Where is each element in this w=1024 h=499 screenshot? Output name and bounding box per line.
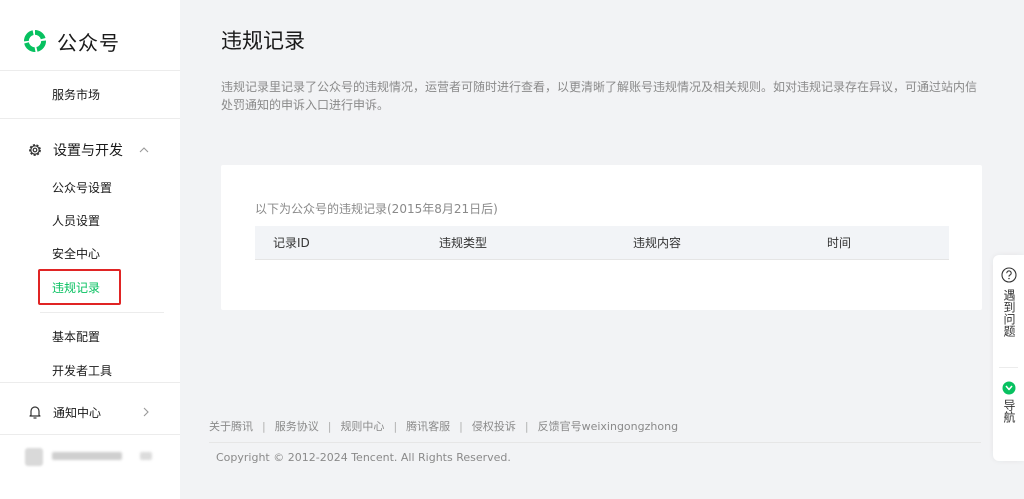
page-description: 违规记录里记录了公众号的违规情况，运营者可随时进行查看，以更清晰了解账号违规情况… <box>221 80 978 112</box>
gear-icon <box>29 144 41 156</box>
sidebar-item-account-settings[interactable]: 公众号设置 <box>52 179 112 197</box>
footer-link-customer-service[interactable]: 腾讯客服 <box>406 420 450 434</box>
footer-link-service-agreement[interactable]: 服务协议 <box>275 420 319 434</box>
footer-separator: | <box>393 420 398 433</box>
sidebar-section-settings-label: 设置与开发 <box>53 143 123 159</box>
help-button[interactable]: 遇到问题 <box>993 267 1024 337</box>
column-header-record-id: 记录ID <box>273 236 310 250</box>
column-header-violation-type: 违规类型 <box>439 236 488 250</box>
footer-separator: | <box>327 420 332 433</box>
brand-logo[interactable]: 公众号 <box>22 27 120 55</box>
sidebar-item-developer-tools[interactable]: 开发者工具 <box>52 362 112 380</box>
footer-links: 关于腾讯 | 服务协议 | 规则中心 | 腾讯客服 | 侵权投诉 | 反馈官号w… <box>209 420 678 434</box>
nav-button-label: 导航 <box>1002 399 1016 423</box>
help-button-label: 遇到问题 <box>1002 289 1016 337</box>
bell-icon <box>29 406 41 419</box>
records-note: 以下为公众号的违规记录(2015年8月21日后) <box>255 202 498 216</box>
green-badge-icon <box>1002 381 1015 395</box>
footer-link-about[interactable]: 关于腾讯 <box>209 420 253 434</box>
highlight-annotation-box <box>38 269 121 305</box>
footer-link-feedback[interactable]: 反馈官号weixingongzhong <box>538 420 678 434</box>
footer-link-rules-center[interactable]: 规则中心 <box>340 420 384 434</box>
footer-separator: | <box>459 420 463 433</box>
footer-link-infringement[interactable]: 侵权投诉 <box>472 420 516 434</box>
sidebar-section-notifications[interactable]: 通知中心 <box>27 402 157 422</box>
user-menu-blurred[interactable] <box>140 452 152 460</box>
sidebar-item-personnel-settings[interactable]: 人员设置 <box>52 212 100 230</box>
brand-name: 公众号 <box>57 30 120 55</box>
floating-help-panel: 遇到问题 导航 <box>993 255 1024 461</box>
sidebar-item-security-center[interactable]: 安全中心 <box>52 245 100 263</box>
sidebar-item-service-market[interactable]: 服务市场 <box>52 86 100 104</box>
page-title: 违规记录 <box>221 29 305 53</box>
table-header: 记录ID 违规类型 违规内容 时间 <box>255 226 949 260</box>
sidebar-divider <box>40 312 164 313</box>
nav-button[interactable]: 导航 <box>993 381 1024 423</box>
sidebar-divider <box>0 382 180 383</box>
wechat-official-account-logo-icon <box>23 30 47 53</box>
chevron-right-icon <box>143 407 149 417</box>
user-name-blurred[interactable] <box>52 452 122 460</box>
float-panel-divider <box>999 367 1018 368</box>
footer-separator: | <box>262 420 266 433</box>
sidebar-section-notifications-label: 通知中心 <box>53 405 102 420</box>
sidebar-section-settings[interactable]: 设置与开发 <box>27 140 157 160</box>
sidebar-item-basic-config[interactable]: 基本配置 <box>52 328 100 346</box>
sidebar: 公众号 服务市场 设置与开发 公众号设置 人员设置 安全中心 违规记录 基本配置… <box>0 0 180 499</box>
copyright: Copyright © 2012-2024 Tencent. All Right… <box>216 451 511 464</box>
avatar[interactable] <box>25 448 43 466</box>
column-header-violation-content: 违规内容 <box>633 236 682 250</box>
sidebar-divider <box>0 434 180 435</box>
violation-records-card: 以下为公众号的违规记录(2015年8月21日后) 记录ID 违规类型 违规内容 … <box>221 165 982 310</box>
footer-separator: | <box>524 420 529 433</box>
footer-divider <box>209 442 981 443</box>
sidebar-divider <box>0 70 180 71</box>
column-header-time: 时间 <box>827 236 852 250</box>
sidebar-divider <box>0 118 180 119</box>
question-circle-icon <box>1000 267 1017 283</box>
chevron-up-icon <box>139 147 149 153</box>
